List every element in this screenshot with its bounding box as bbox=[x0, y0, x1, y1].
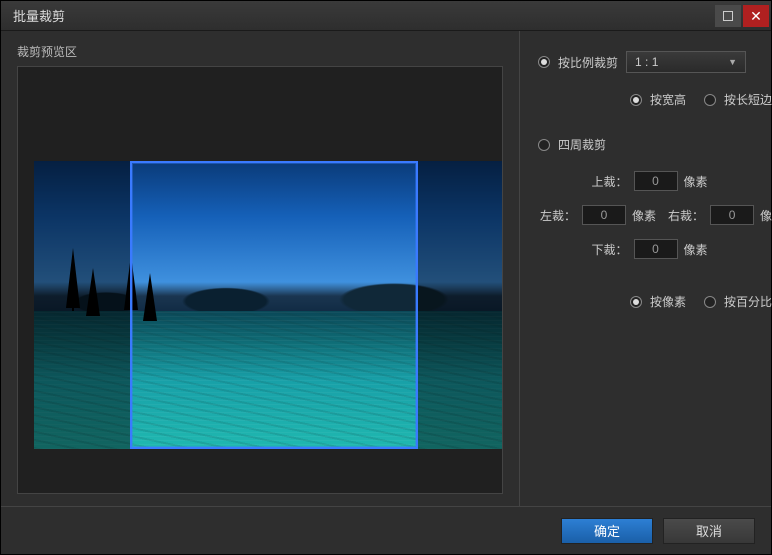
right-crop-input[interactable] bbox=[710, 205, 754, 225]
by-width-height-label: 按宽高 bbox=[650, 91, 686, 108]
ratio-select[interactable]: 1 : 1 ▼ bbox=[626, 51, 746, 73]
crop-mask-left bbox=[34, 161, 130, 449]
left-crop-input[interactable] bbox=[582, 205, 626, 225]
top-crop-input[interactable] bbox=[634, 171, 678, 191]
titlebar: 批量裁剪 ✕ bbox=[1, 1, 771, 31]
ok-button[interactable]: 确定 bbox=[561, 518, 653, 544]
chevron-down-icon: ▼ bbox=[728, 57, 737, 67]
cancel-button[interactable]: 取消 bbox=[663, 518, 755, 544]
top-crop-unit: 像素 bbox=[684, 173, 708, 190]
by-percent-radio[interactable] bbox=[704, 296, 716, 308]
left-crop-label: 左裁： bbox=[540, 207, 576, 224]
preview-box bbox=[17, 66, 503, 494]
options-panel: 按比例裁剪 1 : 1 ▼ 按宽高 按长短边 四周裁剪 bbox=[519, 31, 771, 506]
by-pixels-label: 按像素 bbox=[650, 293, 686, 310]
right-crop-unit: 像素 bbox=[760, 207, 772, 224]
by-percent-label: 按百分比 bbox=[724, 293, 772, 310]
batch-crop-dialog: 批量裁剪 ✕ 裁剪预览区 bbox=[0, 0, 772, 555]
by-width-height-radio[interactable] bbox=[630, 94, 642, 106]
ratio-crop-label: 按比例裁剪 bbox=[558, 54, 618, 71]
close-icon: ✕ bbox=[750, 9, 762, 23]
preview-area-label: 裁剪预览区 bbox=[17, 43, 503, 60]
crop-selection[interactable] bbox=[130, 161, 418, 449]
four-side-crop-label: 四周裁剪 bbox=[558, 136, 606, 153]
close-button[interactable]: ✕ bbox=[743, 5, 769, 27]
right-crop-label: 右裁： bbox=[668, 207, 704, 224]
bottom-crop-unit: 像素 bbox=[684, 241, 708, 258]
top-crop-label: 上裁： bbox=[591, 173, 627, 190]
ratio-select-value: 1 : 1 bbox=[635, 55, 658, 69]
maximize-button[interactable] bbox=[715, 5, 741, 27]
maximize-icon bbox=[723, 11, 733, 21]
ratio-crop-radio[interactable] bbox=[538, 56, 550, 68]
window-title: 批量裁剪 bbox=[13, 6, 715, 25]
four-side-crop-radio[interactable] bbox=[538, 139, 550, 151]
left-crop-unit: 像素 bbox=[632, 207, 656, 224]
crop-mask-right bbox=[418, 161, 503, 449]
dialog-footer: 确定 取消 bbox=[1, 506, 771, 554]
preview-image[interactable] bbox=[34, 161, 503, 449]
by-long-short-label: 按长短边 bbox=[724, 91, 772, 108]
by-long-short-radio[interactable] bbox=[704, 94, 716, 106]
bottom-crop-input[interactable] bbox=[634, 239, 678, 259]
bottom-crop-label: 下裁： bbox=[591, 241, 627, 258]
by-pixels-radio[interactable] bbox=[630, 296, 642, 308]
